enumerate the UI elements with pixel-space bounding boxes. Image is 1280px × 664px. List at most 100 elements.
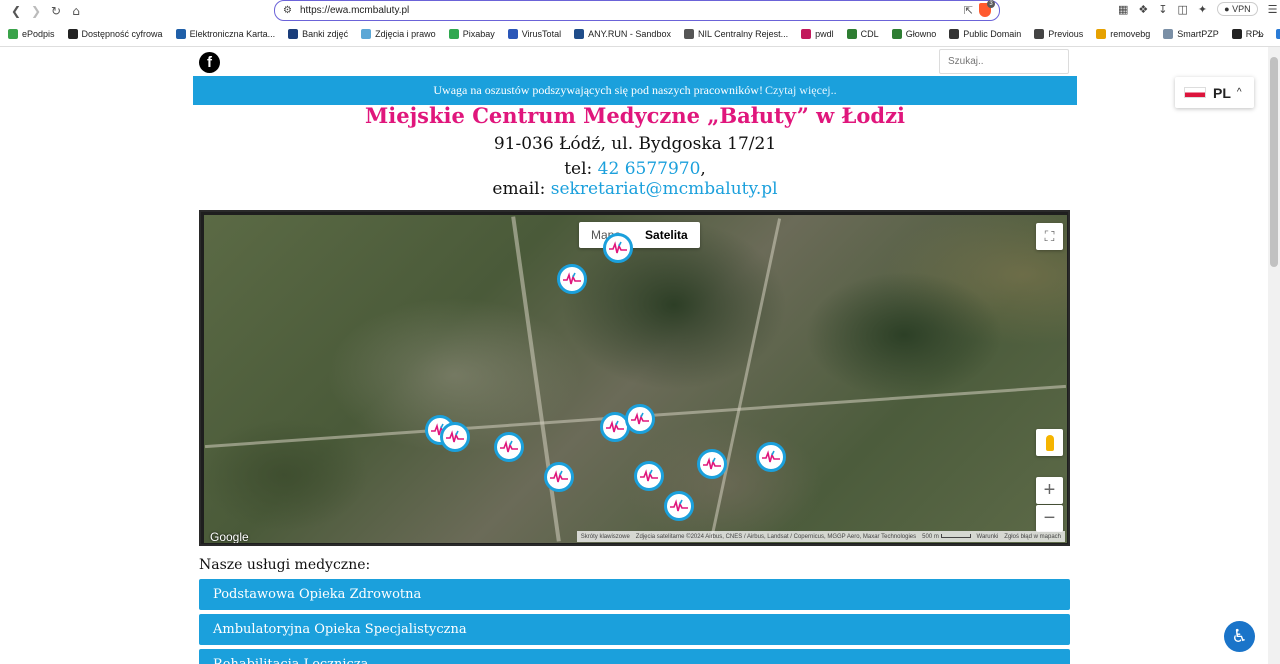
- map-scale: 500 m: [922, 533, 971, 540]
- clinic-marker-icon[interactable]: [756, 442, 786, 472]
- bookmark-item[interactable]: removebg: [1096, 29, 1150, 39]
- bookmark-favicon-icon: [1096, 29, 1107, 39]
- bookmark-item[interactable]: VirusTotal: [507, 29, 562, 39]
- bookmark-item[interactable]: NIL Centralny Rejest...: [683, 29, 788, 39]
- service-item[interactable]: Podstawowa Opieka Zdrowotna: [199, 579, 1070, 610]
- map-type-satellite-button[interactable]: Satelita: [633, 222, 700, 248]
- bookmark-label: Public Domain: [963, 29, 1022, 39]
- vpn-button[interactable]: ● VPN: [1217, 2, 1258, 16]
- page-scrollbar[interactable]: [1268, 47, 1280, 664]
- clinic-marker-icon[interactable]: [625, 404, 655, 434]
- brave-shield-icon[interactable]: 3: [979, 0, 995, 17]
- clinic-marker-icon[interactable]: [634, 461, 664, 491]
- bookmark-label: Elektroniczna Karta...: [189, 29, 276, 39]
- map-scale-label: 500 m: [922, 533, 939, 540]
- phone-line: tel: 42 6577970,: [193, 159, 1077, 179]
- bookmark-favicon-icon: [175, 29, 186, 39]
- map-road: [709, 218, 782, 540]
- bookmark-item[interactable]: Dostępność cyfrowa: [67, 29, 163, 39]
- extensions-icon[interactable]: ❖: [1138, 3, 1148, 16]
- bookmark-favicon-icon: [949, 29, 960, 39]
- bookmark-item[interactable]: Głowno: [891, 29, 936, 39]
- back-icon[interactable]: ❮: [6, 1, 26, 21]
- tel-suffix: ,: [700, 159, 706, 179]
- bookmark-label: Zdjęcia i prawo: [375, 29, 436, 39]
- bookmark-favicon-icon: [891, 29, 902, 39]
- bookmark-label: CDL: [860, 29, 879, 39]
- services-heading: Nasze usługi medyczne:: [199, 557, 371, 573]
- bookmark-label: pwdl: [815, 29, 834, 39]
- bookmark-favicon-icon: [1163, 29, 1174, 39]
- bookmark-favicon-icon: [801, 29, 812, 39]
- service-item[interactable]: Rehabilitacja Lecznicza: [199, 649, 1070, 664]
- web-page: f Uwaga na oszustów podszywających się p…: [0, 47, 1268, 664]
- map-type-control: Mapa Satelita: [579, 222, 700, 248]
- clinic-marker-icon[interactable]: [697, 449, 727, 479]
- home-icon[interactable]: ⌂: [66, 1, 86, 21]
- search-input[interactable]: [939, 49, 1069, 74]
- bookmark-label: Banki zdjęć: [302, 29, 349, 39]
- bookmark-item[interactable]: what CMS?: [1276, 29, 1280, 39]
- bookmark-label: ANY.RUN - Sandbox: [588, 29, 671, 39]
- forward-icon[interactable]: ❯: [26, 1, 46, 21]
- bookmark-item[interactable]: pwdl: [801, 29, 834, 39]
- site-settings-icon[interactable]: ⚙: [283, 5, 292, 16]
- address-bar[interactable]: ⚙ https://ewa.mcmbaluty.pl ⇱ 3: [274, 0, 1000, 21]
- satellite-map[interactable]: Mapa Satelita ⛶ + − Google Skróty klawis…: [204, 215, 1067, 543]
- leo-icon[interactable]: ✦: [1198, 3, 1207, 16]
- chevron-up-icon: ^: [1236, 87, 1242, 98]
- bookmark-label: Pixabay: [462, 29, 495, 39]
- bookmark-item[interactable]: CDL: [846, 29, 879, 39]
- zoom-in-button[interactable]: +: [1036, 477, 1063, 504]
- accessibility-icon[interactable]: ♿: [1224, 621, 1255, 652]
- bookmark-item[interactable]: Zdjęcia i prawo: [361, 29, 436, 39]
- bookmark-favicon-icon: [574, 29, 585, 39]
- fullscreen-icon[interactable]: ⛶: [1036, 223, 1063, 250]
- map-attribution: Skróty klawiszowe Zdjęcia satelitarne ©2…: [576, 531, 1065, 542]
- email-label: email:: [492, 179, 551, 199]
- zoom-out-button[interactable]: −: [1036, 505, 1063, 532]
- bookmark-item[interactable]: ePodpis: [8, 29, 55, 39]
- google-logo: Google: [210, 530, 249, 543]
- bookmark-item[interactable]: SmartPZP: [1163, 29, 1219, 39]
- menu-icon[interactable]: ☰: [1268, 3, 1278, 16]
- service-item[interactable]: Ambulatoryjna Opieka Specjalistyczna: [199, 614, 1070, 645]
- clinic-marker-icon[interactable]: [440, 422, 470, 452]
- bookmark-label: SmartPZP: [1177, 29, 1219, 39]
- clinic-marker-icon[interactable]: [544, 462, 574, 492]
- sidebar-icon[interactable]: ◫: [1178, 3, 1188, 16]
- report-error-link[interactable]: Zgłoś błąd w mapach: [1004, 534, 1061, 540]
- download-icon[interactable]: ↧: [1158, 3, 1167, 16]
- translate-icon[interactable]: ▦: [1118, 3, 1128, 16]
- phone-link[interactable]: 42 6577970: [598, 159, 701, 179]
- share-icon[interactable]: ⇱: [964, 4, 973, 17]
- terms-link[interactable]: Warunki: [977, 534, 999, 540]
- scrollbar-thumb[interactable]: [1270, 57, 1278, 267]
- facebook-icon[interactable]: f: [199, 52, 220, 73]
- email-link[interactable]: sekretariat@mcmbaluty.pl: [551, 179, 778, 199]
- clinic-marker-icon[interactable]: [557, 264, 587, 294]
- bookmark-item[interactable]: Elektroniczna Karta...: [175, 29, 276, 39]
- bookmark-item[interactable]: Public Domain: [949, 29, 1021, 39]
- email-line: email: sekretariat@mcmbaluty.pl: [193, 179, 1077, 199]
- bookmark-favicon-icon: [67, 29, 78, 39]
- clinic-marker-icon[interactable]: [494, 432, 524, 462]
- bookmark-item[interactable]: Previous: [1034, 29, 1083, 39]
- bookmark-favicon-icon: [1231, 29, 1242, 39]
- reload-icon[interactable]: ↻: [46, 1, 66, 21]
- clinic-marker-icon[interactable]: [664, 491, 694, 521]
- clinic-marker-icon[interactable]: [603, 233, 633, 263]
- bookmark-item[interactable]: Banki zdjęć: [288, 29, 348, 39]
- bookmarks-overflow-icon[interactable]: »: [1257, 27, 1264, 41]
- keyboard-shortcuts-link[interactable]: Skróty klawiszowe: [581, 534, 630, 540]
- pegman-icon[interactable]: [1036, 429, 1063, 456]
- alert-read-more-link[interactable]: Czytaj więcej..: [765, 83, 837, 98]
- clinic-address: 91-036 Łódź, ul. Bydgoska 17/21: [493, 134, 777, 154]
- bookmark-item[interactable]: Pixabay: [448, 29, 495, 39]
- bookmark-favicon-icon: [1276, 29, 1280, 39]
- bookmark-label: VirusTotal: [521, 29, 562, 39]
- language-switcher[interactable]: PL ^: [1175, 77, 1254, 108]
- bookmark-item[interactable]: ANY.RUN - Sandbox: [574, 29, 671, 39]
- bookmark-favicon-icon: [846, 29, 857, 39]
- bookmark-label: Previous: [1048, 29, 1084, 39]
